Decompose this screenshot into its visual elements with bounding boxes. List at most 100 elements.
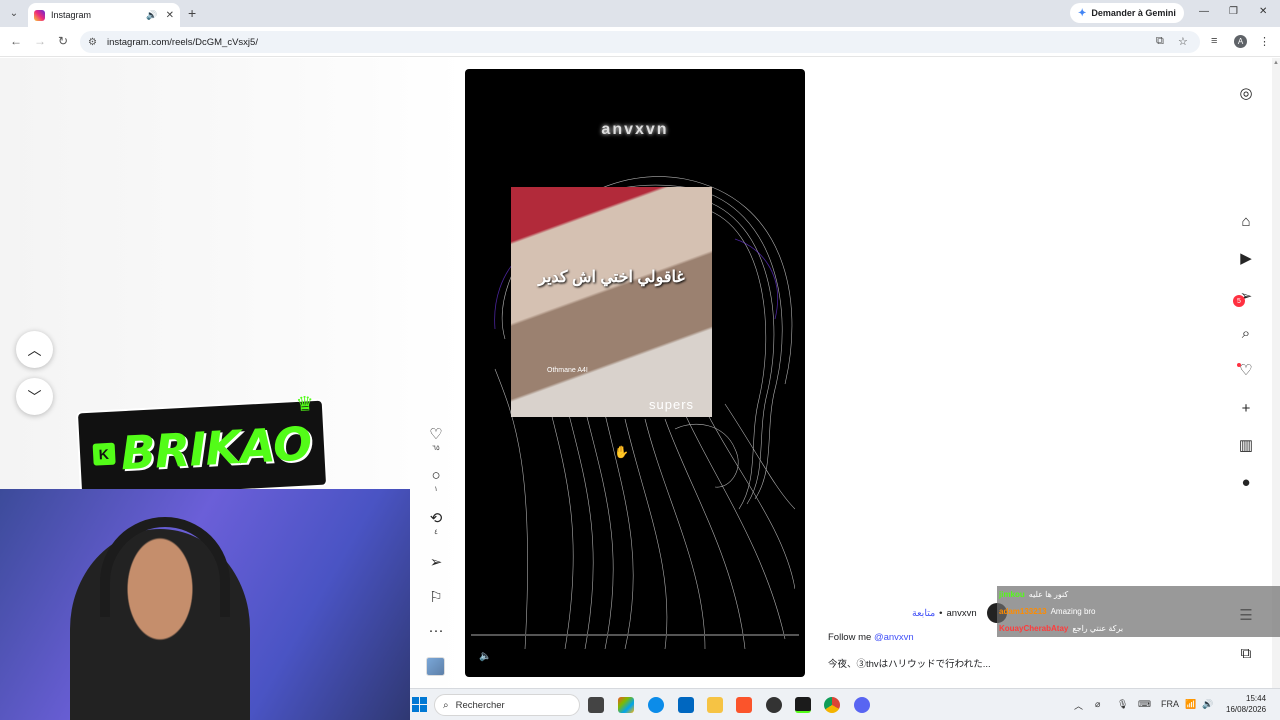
site-info-icon[interactable]: ⚙ — [88, 37, 97, 48]
chat-text: Amazing bro — [1050, 607, 1096, 616]
chrome-icon[interactable] — [824, 697, 840, 713]
comments-count: ١ — [434, 486, 438, 493]
audio-thumbnail[interactable] — [426, 657, 445, 676]
crown-icon: ♛ — [295, 393, 315, 417]
taskbar-search[interactable]: ⌕ Rechercher — [434, 694, 580, 716]
inset-signature: Othmane A4I — [547, 367, 588, 374]
obs-icon[interactable] — [766, 697, 782, 713]
heart-icon: ♡ — [429, 426, 443, 443]
clock-time: 15:44 — [1246, 694, 1267, 703]
chat-username: adam133213 — [999, 607, 1047, 616]
profile-avatar-icon[interactable]: ● — [1237, 473, 1255, 491]
headset-icon — [100, 517, 230, 617]
network-icon[interactable]: ⌀ — [1095, 699, 1100, 710]
bookmark-icon: ⚐ — [429, 589, 443, 606]
browser-toolbar: ← → ↻ ⚙ instagram.com/reels/DcGM_cVsxj5/… — [0, 27, 1280, 57]
create-plus-icon[interactable]: + — [1237, 399, 1255, 417]
comment-icon: ○ — [431, 467, 441, 484]
like-button[interactable]: ♡ ٦٥ — [420, 425, 452, 452]
speaker-icon[interactable]: 🔈 — [479, 651, 491, 662]
stream-chat-overlay: jimkou كنور ها عليه adam133213 Amazing b… — [997, 586, 1280, 637]
follow-button[interactable]: متابعة — [912, 608, 935, 619]
file-explorer-icon[interactable] — [707, 697, 723, 713]
minimize-icon[interactable]: — — [1199, 6, 1209, 17]
address-bar[interactable]: ⚙ instagram.com/reels/DcGM_cVsxj5/ — [80, 31, 1200, 53]
repost-icon: ⟲ — [429, 510, 443, 527]
instagram-favicon-icon — [34, 9, 45, 21]
chat-message: jimkou كنور ها عليه — [997, 586, 1280, 603]
chat-text: بركة عنتي راجع — [1072, 624, 1124, 633]
tab-instagram[interactable]: Instagram 🔊 ✕ — [28, 3, 180, 27]
url-text: instagram.com/reels/DcGM_cVsxj5/ — [106, 36, 258, 48]
discord-icon[interactable] — [854, 697, 870, 713]
home-icon[interactable]: ⌂ — [1237, 212, 1255, 230]
more-icon: ··· — [428, 622, 444, 639]
chat-message: adam133213 Amazing bro — [997, 603, 1280, 620]
edge-icon[interactable] — [648, 697, 664, 713]
more-options-button[interactable]: ··· — [420, 622, 452, 639]
gemini-star-icon: ✦ — [1078, 7, 1087, 19]
task-view-icon[interactable] — [588, 697, 604, 713]
scroll-up-arrow-icon[interactable]: ▲ — [1273, 60, 1279, 70]
chat-username: KouayCherabAtay — [999, 624, 1069, 633]
microphone-icon[interactable]: 🎙 — [1117, 699, 1128, 710]
reel-video[interactable]: anvxvn غاقولي اختي اش كدير Othmane A4I s… — [465, 69, 805, 677]
browser-tab-strip: ⌄ Instagram 🔊 ✕ + ✦ Demander à Gemini — … — [0, 0, 1280, 27]
tab-search-chevron-icon[interactable]: ⌄ — [6, 5, 22, 21]
instagram-logo-icon[interactable]: ◎ — [1237, 84, 1255, 102]
kick-logo-icon: K — [92, 442, 116, 466]
bookmark-star-icon[interactable]: ☆ — [1178, 35, 1188, 48]
caption-line-2[interactable]: 今夜、③thvはハリウッドで行われた... — [828, 656, 991, 670]
wifi-icon[interactable]: 📶 — [1185, 699, 1196, 710]
terminal-icon[interactable] — [795, 697, 811, 713]
reel-progress-bar[interactable] — [471, 634, 799, 636]
gemini-button[interactable]: ✦ Demander à Gemini — [1070, 3, 1184, 23]
new-tab-icon[interactable]: + — [188, 5, 196, 21]
media-controls-icon[interactable]: ≡ — [1211, 35, 1217, 47]
language-indicator[interactable]: FRA — [1161, 699, 1179, 709]
brave-icon[interactable] — [736, 697, 752, 713]
author-username[interactable]: anvxvn — [947, 608, 977, 619]
copilot-icon[interactable] — [618, 697, 634, 713]
taskbar-clock[interactable]: 15:44 16/08/2026 — [1226, 693, 1266, 715]
share-button[interactable]: ➢ — [420, 553, 452, 571]
install-app-icon[interactable]: ⧉ — [1156, 35, 1164, 48]
restore-icon[interactable]: ❐ — [1229, 6, 1238, 17]
reel-inset-video: غاقولي اختي اش كدير Othmane A4I — [511, 187, 712, 417]
comment-button[interactable]: ○ ١ — [420, 467, 452, 493]
caption-mention[interactable]: @anvxvn — [874, 632, 914, 643]
close-window-icon[interactable]: ✕ — [1259, 6, 1267, 17]
caption-prefix: Follow me — [828, 632, 872, 643]
next-reel-button[interactable]: ﹀ — [16, 378, 53, 415]
chevron-down-icon: ﹀ — [27, 388, 42, 405]
windows-start-icon[interactable] — [412, 697, 427, 712]
brand-text: BRIKAO — [119, 416, 313, 481]
chevron-up-icon: ︿ — [27, 341, 42, 358]
speaker-icon[interactable]: 🔊 — [146, 10, 157, 21]
separator-dot: • — [939, 607, 943, 619]
taskbar-search-placeholder: Rechercher — [455, 699, 505, 711]
volume-icon[interactable]: 🔊 — [1202, 699, 1213, 710]
apps-icon[interactable]: ⧉ — [1237, 644, 1255, 662]
forward-icon[interactable]: → — [34, 34, 46, 48]
back-icon[interactable]: ← — [10, 34, 22, 48]
tray-chevron-icon[interactable]: ︿ — [1074, 699, 1083, 712]
save-button[interactable]: ⚐ — [420, 588, 452, 606]
repost-button[interactable]: ⟲ ٤ — [420, 509, 452, 536]
close-tab-icon[interactable]: ✕ — [166, 10, 174, 21]
messages-badge: 5 — [1233, 295, 1245, 307]
notification-dot — [1237, 363, 1241, 367]
reload-icon[interactable]: ↻ — [58, 34, 68, 48]
mouse-cursor-icon: ✋ — [614, 445, 629, 459]
search-icon[interactable]: ⌕ — [1237, 324, 1255, 342]
tab-title: Instagram — [51, 10, 92, 20]
profile-avatar[interactable]: A — [1234, 35, 1247, 48]
browser-menu-icon[interactable]: ⋮ — [1259, 35, 1270, 48]
chat-username: jimkou — [999, 590, 1025, 599]
store-icon[interactable] — [678, 697, 694, 713]
previous-reel-button[interactable]: ︿ — [16, 331, 53, 368]
webcam-overlay — [0, 489, 410, 720]
dashboard-icon[interactable]: ▥ — [1237, 436, 1255, 454]
keyboard-icon[interactable]: ⌨ — [1138, 699, 1151, 710]
reels-icon[interactable]: ▶ — [1237, 249, 1255, 267]
